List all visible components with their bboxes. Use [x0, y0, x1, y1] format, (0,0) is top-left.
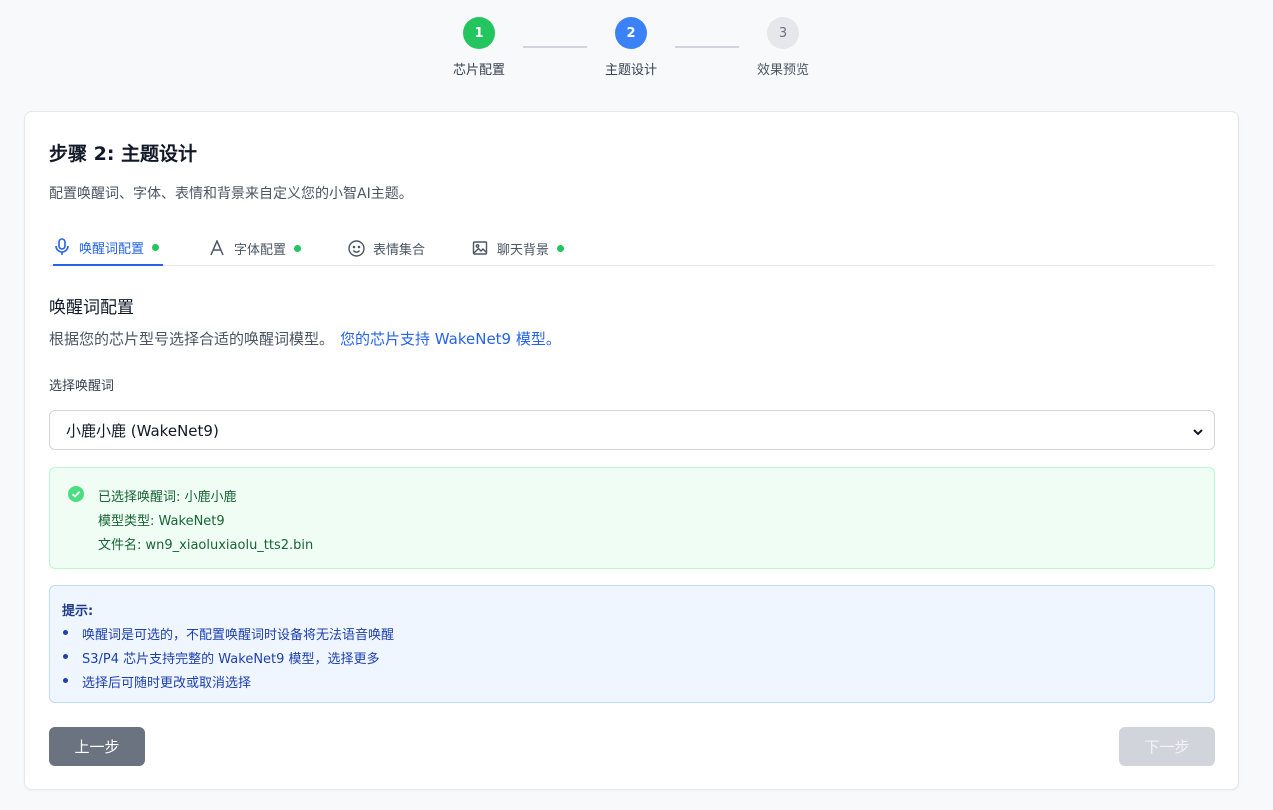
selected-wake-word: 小鹿小鹿 (WakeNet9) [66, 421, 219, 440]
stepper: 1 芯片配置 2 主题设计 3 效果预览 [0, 17, 1273, 87]
chip-support-note: 您的芯片支持 WakeNet9 模型。 [340, 330, 561, 348]
step-connector [523, 46, 587, 48]
step-connector [675, 46, 739, 48]
selected-wake-word-text: 已选择唤醒词: 小鹿小鹿 [98, 490, 237, 505]
next-step-button[interactable]: 下一步 [1119, 727, 1215, 766]
theme-design-card: 步骤 2: 主题设计 配置唤醒词、字体、表情和背景来自定义您的小智AI主题。 唤… [24, 111, 1239, 790]
step-label: 主题设计 [604, 63, 657, 78]
font-icon [208, 239, 226, 257]
tab-bar: 唤醒词配置 字体配置 表情集合 聊天背景 [49, 230, 1215, 266]
section-title: 唤醒词配置 [49, 298, 134, 318]
tab-label: 聊天背景 [497, 242, 550, 258]
step-number: 1 [463, 17, 495, 49]
step-number: 2 [615, 17, 647, 49]
wake-word-select[interactable]: 小鹿小鹿 (WakeNet9) [49, 410, 1215, 450]
tip-box: 提示: 唤醒词是可选的，不配置唤醒词时设备将无法语音唤醒 S3/P4 芯片支持完… [49, 585, 1215, 703]
status-dot [152, 243, 160, 251]
tip-item: 选择后可随时更改或取消选择 [62, 672, 251, 691]
step-preview[interactable]: 3 效果预览 [733, 17, 833, 78]
step-chip-config[interactable]: 1 芯片配置 [429, 17, 529, 78]
selection-summary: 已选择唤醒词: 小鹿小鹿 模型类型: WakeNet9 文件名: wn9_xia… [49, 467, 1215, 569]
tip-title: 提示: [62, 604, 94, 619]
step-number: 3 [767, 17, 799, 49]
microphone-icon [53, 238, 71, 256]
smiley-icon [347, 239, 365, 257]
image-icon [471, 239, 489, 257]
file-name-text: 文件名: wn9_xiaoluxiaolu_tts2.bin [98, 538, 314, 553]
tab-chat-background[interactable]: 聊天背景 [471, 230, 565, 266]
tab-emoji[interactable]: 表情集合 [347, 230, 425, 266]
chevron-down-icon [1192, 424, 1204, 436]
model-type-text: 模型类型: WakeNet9 [98, 514, 225, 529]
step-label: 芯片配置 [452, 63, 505, 78]
step-theme-design[interactable]: 2 主题设计 [581, 17, 681, 78]
page-description: 配置唤醒词、字体、表情和背景来自定义您的小智AI主题。 [49, 186, 413, 202]
tab-font[interactable]: 字体配置 [208, 230, 302, 266]
wake-word-select-label: 选择唤醒词 [49, 379, 115, 394]
tab-wake-word[interactable]: 唤醒词配置 [53, 230, 164, 266]
section-description-text: 根据您的芯片型号选择合适的唤醒词模型。 [49, 330, 335, 348]
step-label: 效果预览 [756, 63, 809, 78]
tip-item: S3/P4 芯片支持完整的 WakeNet9 模型，选择更多 [63, 648, 380, 667]
tip-item: 唤醒词是可选的，不配置唤醒词时设备将无法语音唤醒 [62, 624, 394, 643]
page-title: 步骤 2: 主题设计 [49, 143, 198, 165]
check-circle-icon [68, 486, 84, 502]
status-dot [294, 244, 302, 252]
tab-label: 字体配置 [234, 242, 287, 258]
previous-step-button[interactable]: 上一步 [49, 727, 145, 766]
status-dot [557, 244, 565, 252]
section-description: 根据您的芯片型号选择合适的唤醒词模型。 您的芯片支持 WakeNet9 模型。 [49, 328, 561, 349]
tab-label: 唤醒词配置 [79, 241, 145, 257]
tab-label: 表情集合 [373, 242, 426, 258]
